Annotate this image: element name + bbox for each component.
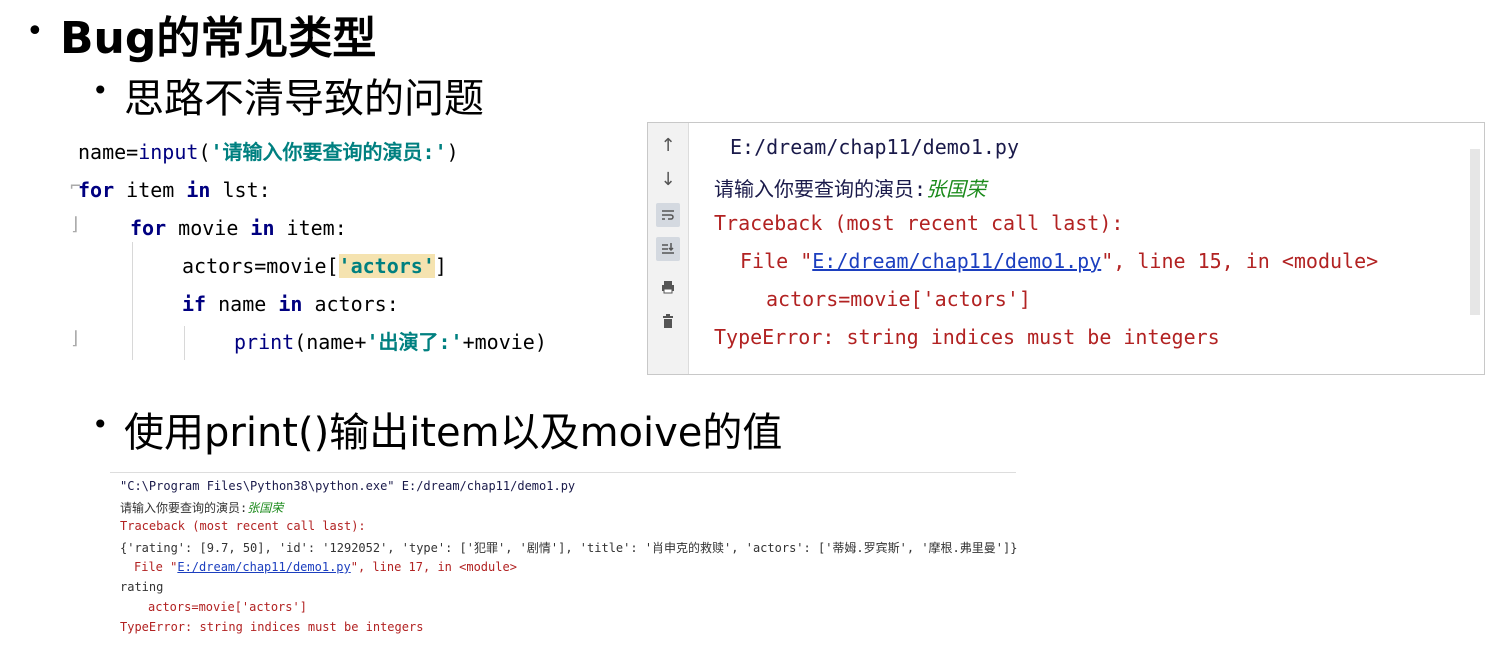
console-file-link[interactable]: E:/dream/chap11/demo1.py [812, 249, 1101, 273]
heading-bullet: • [26, 14, 44, 49]
code-token: name [206, 292, 279, 316]
console-code-line: actors=movie['actors'] [766, 287, 1031, 311]
indent-guide [132, 242, 133, 360]
shot-prompt: 请输入你要查询的演员: [120, 501, 248, 515]
code-string: '出演了:' [366, 330, 463, 354]
code-line-4: actors=movie['actors'] [182, 252, 447, 280]
code-token: print [234, 330, 295, 354]
code-token: movie [166, 216, 251, 240]
code-token: actors: [302, 292, 399, 316]
subheading-print-debug: 使用print()输出item以及moive的值 [124, 410, 783, 456]
console-path-line: E:/dream/chap11/demo1.py [730, 135, 1019, 159]
code-snippet: ⌐ ⌋ ⌋ name=input('请输入你要查询的演员:') for item… [70, 132, 638, 362]
code-token: item: [274, 216, 347, 240]
code-line-3: for movie in item: [130, 214, 347, 242]
shot-traceback: Traceback (most recent call last): [120, 519, 366, 533]
code-token: item [114, 178, 187, 202]
code-keyword: in [278, 292, 303, 316]
arrow-down-icon[interactable]: ↓ [656, 167, 680, 191]
shot-file-suffix: ", line 17, in <module> [350, 560, 517, 574]
fold-marker: ⌋ [70, 214, 81, 235]
code-token: name= [78, 140, 139, 164]
trash-icon[interactable] [656, 309, 680, 333]
subheading2-bullet: • [92, 408, 109, 441]
code-token: ) [446, 140, 459, 164]
print-icon[interactable] [656, 275, 680, 299]
console-traceback: Traceback (most recent call last): [714, 211, 1124, 235]
shot-cmd-line: "C:\Program Files\Python38\python.exe" E… [120, 479, 576, 493]
shot-file-prefix: File " [134, 560, 178, 574]
fold-marker: ⌋ [70, 328, 81, 349]
code-token: actors=movie[ [182, 254, 339, 278]
console-file-prefix: File " [740, 249, 813, 273]
console-toolbar: ↑ ↓ [648, 123, 689, 374]
code-string-highlighted: 'actors' [338, 254, 435, 278]
subheading1-bullet: • [92, 74, 109, 107]
console-prompt: 请输入你要查询的演员: [714, 177, 927, 201]
run-console-panel: ↑ ↓ E:/dream/chap11/demo1.py 请输入你要查询的演员:… [647, 122, 1485, 375]
code-line-6: print(name+'出演了:'+movie) [234, 328, 547, 356]
shot-dict-line: {'rating': [9.7, 50], 'id': '1292052', '… [120, 541, 1018, 555]
shot-input-value: 张国荣 [247, 501, 284, 515]
code-line-5: if name in actors: [182, 290, 399, 318]
code-token: ] [434, 254, 447, 278]
shot-file-line: File "E:/dream/chap11/demo1.py", line 17… [134, 560, 517, 574]
code-keyword: in [186, 178, 211, 202]
soft-wrap-icon[interactable] [656, 203, 680, 227]
console-prompt-line: 请输入你要查询的演员:张国荣 [714, 173, 986, 202]
shot-error: TypeError: string indices must be intege… [120, 620, 424, 634]
code-keyword: for [78, 178, 115, 202]
code-string: '请输入你要查询的演员:' [210, 140, 447, 164]
code-line-2: for item in lst: [78, 176, 271, 204]
code-token: lst: [210, 178, 271, 202]
page-title: Bug的常见类型 [60, 13, 377, 64]
shot-file-link[interactable]: E:/dream/chap11/demo1.py [177, 560, 350, 574]
console-file-line: File "E:/dream/chap11/demo1.py", line 15… [740, 249, 1378, 273]
subheading-unclear-logic: 思路不清导致的问题 [124, 76, 484, 122]
console-error: TypeError: string indices must be intege… [714, 325, 1220, 349]
code-keyword: if [182, 292, 207, 316]
code-keyword: in [250, 216, 275, 240]
code-token: ( [198, 140, 211, 164]
code-line-1: name=input('请输入你要查询的演员:') [78, 138, 459, 166]
code-token: +movie) [462, 330, 547, 354]
print-output-console: "C:\Program Files\Python38\python.exe" E… [110, 472, 1018, 643]
code-keyword: for [130, 216, 167, 240]
indent-guide [184, 326, 185, 360]
shot-prompt-line: 请输入你要查询的演员:张国荣 [120, 499, 283, 516]
console-input-value: 张国荣 [926, 177, 987, 201]
shot-rating-line: rating [120, 580, 164, 594]
code-token: input [138, 140, 199, 164]
console-scrollbar[interactable] [1470, 149, 1480, 315]
arrow-up-icon[interactable]: ↑ [656, 133, 680, 157]
console-file-suffix: ", line 15, in <module> [1101, 249, 1379, 273]
scroll-to-end-icon[interactable] [656, 237, 680, 261]
code-token: (name+ [294, 330, 367, 354]
shot-code-line: actors=movie['actors'] [148, 600, 307, 614]
